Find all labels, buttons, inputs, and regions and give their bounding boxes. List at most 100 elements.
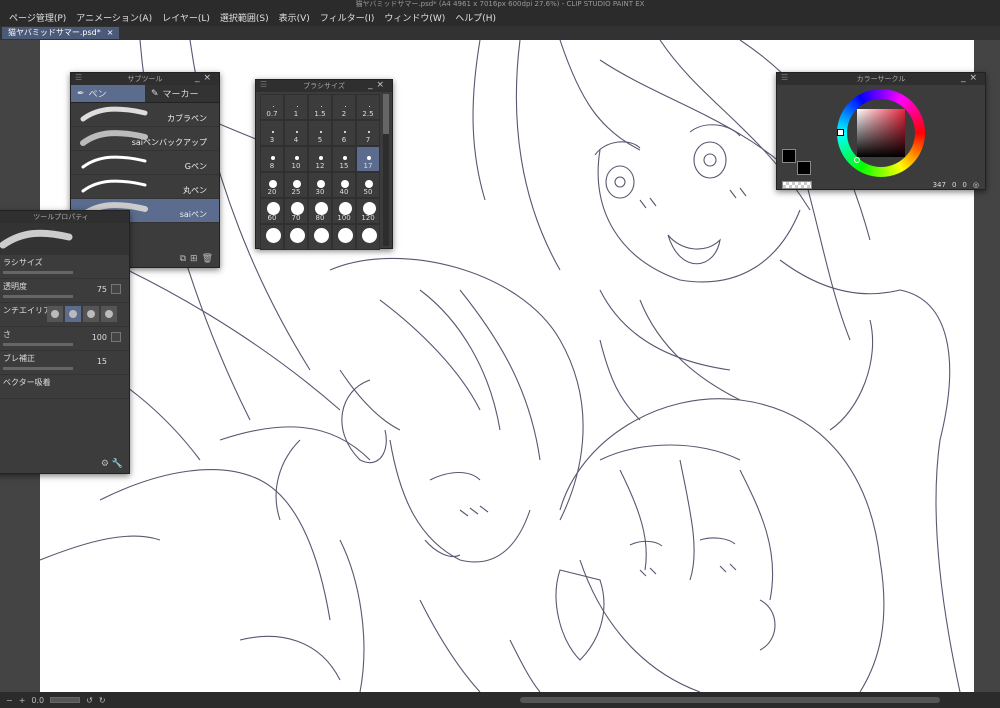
menu-layer[interactable]: レイヤー(L) <box>157 11 215 24</box>
brush-size-option[interactable] <box>332 224 356 250</box>
sub-color-swatch[interactable] <box>797 161 811 175</box>
minimize-close-icons[interactable]: _× <box>368 80 388 90</box>
tab-pen[interactable]: ✒ ペン <box>71 85 145 103</box>
brush-size-option[interactable]: 20 <box>260 172 284 198</box>
brush-size-option[interactable]: 2 <box>332 94 356 120</box>
saturation-value-square[interactable] <box>857 109 905 157</box>
duplicate-icon[interactable]: ⧉ <box>180 254 186 264</box>
opacity-value[interactable]: 75 <box>97 285 107 294</box>
grip-icon[interactable]: ☰ <box>260 80 267 89</box>
menu-window[interactable]: ウィンドウ(W) <box>379 11 450 24</box>
stabilization-value[interactable]: 15 <box>97 357 107 366</box>
rotate-right-icon[interactable]: ↻ <box>99 696 106 705</box>
density-value[interactable]: 100 <box>92 333 107 342</box>
brush-size-option[interactable]: 80 <box>308 198 332 224</box>
brush-size-row[interactable]: ラシサイズ <box>0 255 129 279</box>
antialias-strong[interactable] <box>101 306 117 322</box>
brush-size-option[interactable]: 2.5 <box>356 94 380 120</box>
density-slider[interactable] <box>3 343 73 346</box>
brush-size-option[interactable]: 10 <box>284 146 308 172</box>
brush-size-header[interactable]: ☰ ブラシサイズ _× <box>256 80 392 92</box>
hue-wheel[interactable] <box>837 89 925 177</box>
dynamics-icon[interactable] <box>111 284 121 294</box>
subtool-item-kabura[interactable]: カブラペン <box>71 103 219 127</box>
density-row[interactable]: さ 100 <box>0 327 129 351</box>
subtool-panel-header[interactable]: ☰ サブツール _× <box>71 73 219 85</box>
menu-view[interactable]: 表示(V) <box>274 11 315 24</box>
sv-marker[interactable] <box>854 157 860 163</box>
hue-marker[interactable] <box>837 129 844 136</box>
menu-animation[interactable]: アニメーション(A) <box>71 11 157 24</box>
menu-help[interactable]: ヘルプ(H) <box>450 11 501 24</box>
zoom-slider[interactable] <box>50 697 81 703</box>
brush-size-option[interactable]: 7 <box>356 120 380 146</box>
antialias-mid[interactable] <box>83 306 99 322</box>
antialias-weak[interactable] <box>65 306 81 322</box>
menu-selection[interactable]: 選択範囲(S) <box>215 11 274 24</box>
brush-size-dot <box>296 105 298 107</box>
brush-size-option[interactable]: 70 <box>284 198 308 224</box>
menu-page[interactable]: ページ管理(P) <box>4 11 71 24</box>
brush-size-option[interactable]: 3 <box>260 120 284 146</box>
brush-size-option[interactable]: 25 <box>284 172 308 198</box>
brush-size-option[interactable] <box>308 224 332 250</box>
brush-size-option[interactable]: 60 <box>260 198 284 224</box>
tab-marker[interactable]: ✎ マーカー <box>145 85 219 103</box>
zoom-value[interactable]: 0.0 <box>31 696 44 705</box>
tool-property-header[interactable]: ツールプロパティ <box>0 211 129 223</box>
trash-icon[interactable]: 🗑 <box>202 254 213 264</box>
brush-size-option[interactable]: 5 <box>308 120 332 146</box>
close-icon[interactable]: × <box>107 27 114 39</box>
main-color-swatch[interactable] <box>782 149 796 163</box>
dynamics-icon[interactable] <box>111 332 121 342</box>
brush-size-option[interactable]: 30 <box>308 172 332 198</box>
brush-size-option[interactable] <box>260 224 284 250</box>
brush-size-option[interactable]: 50 <box>356 172 380 198</box>
brush-size-option[interactable]: 15 <box>332 146 356 172</box>
minimize-close-icons[interactable]: _× <box>195 73 215 83</box>
grip-icon[interactable]: ☰ <box>75 73 82 82</box>
brush-size-option[interactable]: 1.5 <box>308 94 332 120</box>
settings-icon[interactable]: ⚙ <box>101 459 109 469</box>
zoom-out-icon[interactable]: − <box>6 696 13 705</box>
vector-snap-row[interactable]: ベクター吸着 <box>0 375 129 399</box>
opacity-slider[interactable] <box>3 295 73 298</box>
subtool-item-sai-backup[interactable]: saiペンバックアップ <box>71 127 219 151</box>
opacity-row[interactable]: 透明度 75 <box>0 279 129 303</box>
brush-size-option[interactable]: 1 <box>284 94 308 120</box>
brush-size-option[interactable]: 100 <box>332 198 356 224</box>
pen-icon: ✒ <box>77 88 85 99</box>
transparent-color-swatch[interactable] <box>782 181 812 189</box>
density-label: さ <box>3 330 11 339</box>
subtool-item-g-pen[interactable]: Gペン <box>71 151 219 175</box>
brush-size-slider[interactable] <box>3 271 73 274</box>
brush-size-option[interactable] <box>356 224 380 250</box>
brush-size-option[interactable]: 6 <box>332 120 356 146</box>
brush-size-option[interactable]: 40 <box>332 172 356 198</box>
grip-icon[interactable]: ☰ <box>781 73 788 82</box>
antialias-none[interactable] <box>47 306 63 322</box>
minimize-close-icons[interactable]: _× <box>961 73 981 83</box>
color-mode-icon[interactable]: ◎ <box>973 181 979 189</box>
brush-stroke-preview <box>81 179 147 193</box>
brush-size-scrollbar[interactable] <box>383 94 389 246</box>
menu-filter[interactable]: フィルター(I) <box>315 11 380 24</box>
stabilization-row[interactable]: ブレ補正 15 <box>0 351 129 375</box>
wrench-icon[interactable]: 🔧 <box>112 459 123 469</box>
brush-size-option[interactable]: 17 <box>356 146 380 172</box>
brush-size-dot <box>272 131 274 133</box>
brush-size-option[interactable]: 0.7 <box>260 94 284 120</box>
rotate-left-icon[interactable]: ↺ <box>86 696 93 705</box>
subtool-item-maru-pen[interactable]: 丸ペン <box>71 175 219 199</box>
brush-size-option[interactable]: 8 <box>260 146 284 172</box>
stabilization-slider[interactable] <box>3 367 73 370</box>
color-circle-header[interactable]: ☰ カラーサークル _× <box>777 73 985 85</box>
document-tab[interactable]: 猫ヤバミッドサマー.psd* × <box>2 27 120 39</box>
horizontal-scrollbar[interactable] <box>520 697 940 703</box>
brush-size-option[interactable] <box>284 224 308 250</box>
brush-size-option[interactable]: 12 <box>308 146 332 172</box>
brush-size-option[interactable]: 120 <box>356 198 380 224</box>
add-icon[interactable]: ⊞ <box>190 254 198 264</box>
brush-size-option[interactable]: 4 <box>284 120 308 146</box>
zoom-in-icon[interactable]: + <box>19 696 26 705</box>
